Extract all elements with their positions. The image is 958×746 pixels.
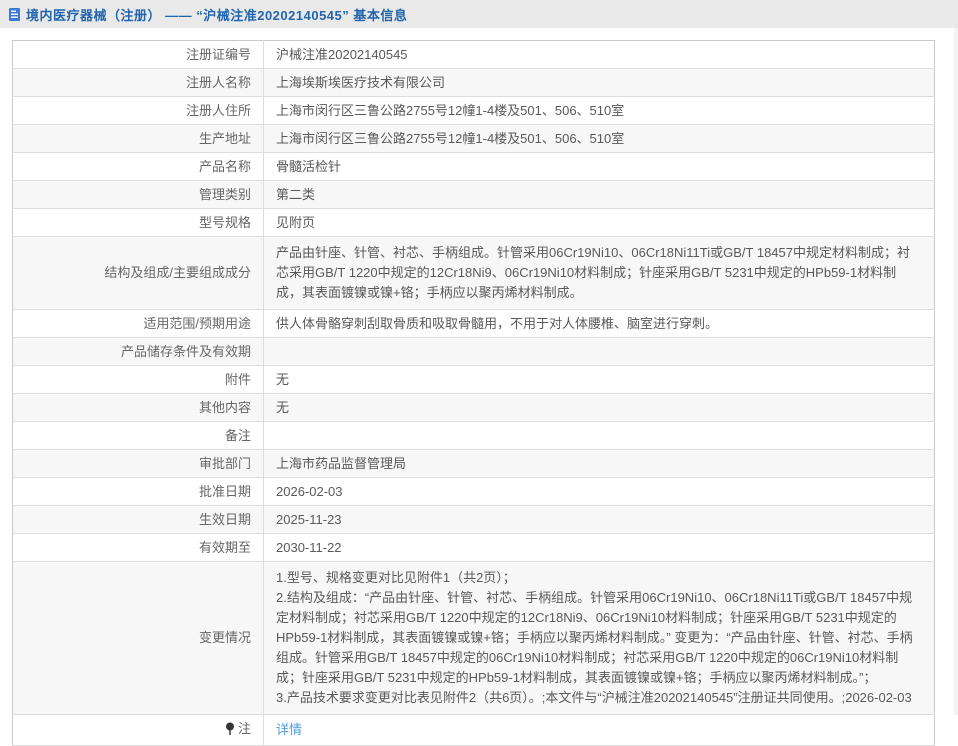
row-value: 2026-02-03: [264, 478, 935, 506]
table-row: 附件 无: [13, 366, 935, 394]
row-value: 2030-11-22: [264, 534, 935, 562]
row-value: 上海市闵行区三鲁公路2755号12幢1-4楼及501、506、510室: [264, 97, 935, 125]
row-label: 产品储存条件及有效期: [13, 338, 264, 366]
row-label: 适用范围/预期用途: [13, 310, 264, 338]
table-row: 型号规格 见附页: [13, 209, 935, 237]
table-row: 注册证编号 沪械注准20202140545: [13, 41, 935, 69]
table-row: 产品名称 骨髓活检针: [13, 153, 935, 181]
row-label: 注册证编号: [13, 41, 264, 69]
table-row: 审批部门 上海市药品监督管理局: [13, 450, 935, 478]
table-row-changes: 变更情况 1.型号、规格变更对比见附件1（共2页）； 2.结构及组成：“产品由针…: [13, 562, 935, 715]
table-row: 注册人名称 上海埃斯埃医疗技术有限公司: [13, 69, 935, 97]
row-label: 附件: [13, 366, 264, 394]
document-icon: [8, 7, 21, 22]
table-row: 有效期至 2030-11-22: [13, 534, 935, 562]
page-header: 境内医疗器械（注册） —— “沪械注准20202140545” 基本信息: [0, 0, 958, 28]
pin-icon: [225, 722, 235, 736]
table-row-note: 注 详情: [13, 715, 935, 746]
row-label: 注: [238, 720, 251, 737]
row-value: 2025-11-23: [264, 506, 935, 534]
row-label: 型号规格: [13, 209, 264, 237]
row-value: 骨髓活检针: [264, 153, 935, 181]
row-label: 审批部门: [13, 450, 264, 478]
row-label: 备注: [13, 422, 264, 450]
row-value: 无: [264, 394, 935, 422]
change-line: 2.结构及组成：“产品由针座、针管、衬芯、手柄组成。针管采用06Cr19Ni10…: [276, 588, 922, 688]
table-row: 管理类别 第二类: [13, 181, 935, 209]
row-value: 1.型号、规格变更对比见附件1（共2页）； 2.结构及组成：“产品由针座、针管、…: [264, 562, 935, 715]
row-value: 沪械注准20202140545: [264, 41, 935, 69]
page-title: 境内医疗器械（注册） —— “沪械注准20202140545” 基本信息: [26, 5, 407, 24]
table-row: 生效日期 2025-11-23: [13, 506, 935, 534]
row-label: 结构及组成/主要组成成分: [13, 237, 264, 310]
row-value: 见附页: [264, 209, 935, 237]
row-value: 第二类: [264, 181, 935, 209]
row-label: 生效日期: [13, 506, 264, 534]
table-row: 批准日期 2026-02-03: [13, 478, 935, 506]
row-value: 产品由针座、针管、衬芯、手柄组成。针管采用06Cr19Ni10、06Cr18Ni…: [264, 237, 935, 310]
row-value: 上海市药品监督管理局: [264, 450, 935, 478]
change-line: 3.产品技术要求变更对比表见附件2（共6页）。;本文件与“沪械注准2020214…: [276, 688, 922, 708]
row-label: 其他内容: [13, 394, 264, 422]
row-value: 无: [264, 366, 935, 394]
row-label: 注册人住所: [13, 97, 264, 125]
table-row: 备注: [13, 422, 935, 450]
table-row: 注册人住所 上海市闵行区三鲁公路2755号12幢1-4楼及501、506、510…: [13, 97, 935, 125]
change-line: 1.型号、规格变更对比见附件1（共2页）；: [276, 568, 922, 588]
page-right-edge: [954, 28, 958, 715]
row-value: [264, 422, 935, 450]
table-row: 其他内容 无: [13, 394, 935, 422]
row-value: 上海市闵行区三鲁公路2755号12幢1-4楼及501、506、510室: [264, 125, 935, 153]
details-link[interactable]: 详情: [276, 722, 302, 737]
table-row: 生产地址 上海市闵行区三鲁公路2755号12幢1-4楼及501、506、510室: [13, 125, 935, 153]
row-label: 生产地址: [13, 125, 264, 153]
row-value: 上海埃斯埃医疗技术有限公司: [264, 69, 935, 97]
row-value: [264, 338, 935, 366]
row-value: 供人体骨骼穿刺刮取骨质和吸取骨髓用，不用于对人体腰椎、脑室进行穿刺。: [264, 310, 935, 338]
row-label: 注册人名称: [13, 69, 264, 97]
row-label: 产品名称: [13, 153, 264, 181]
row-label: 管理类别: [13, 181, 264, 209]
table-row-structure: 结构及组成/主要组成成分 产品由针座、针管、衬芯、手柄组成。针管采用06Cr19…: [13, 237, 935, 310]
row-label: 有效期至: [13, 534, 264, 562]
row-label: 批准日期: [13, 478, 264, 506]
table-row: 产品储存条件及有效期: [13, 338, 935, 366]
row-label: 变更情况: [13, 562, 264, 715]
table-row: 适用范围/预期用途 供人体骨骼穿刺刮取骨质和吸取骨髓用，不用于对人体腰椎、脑室进…: [13, 310, 935, 338]
registration-info-table: 注册证编号 沪械注准20202140545 注册人名称 上海埃斯埃医疗技术有限公…: [12, 40, 935, 746]
